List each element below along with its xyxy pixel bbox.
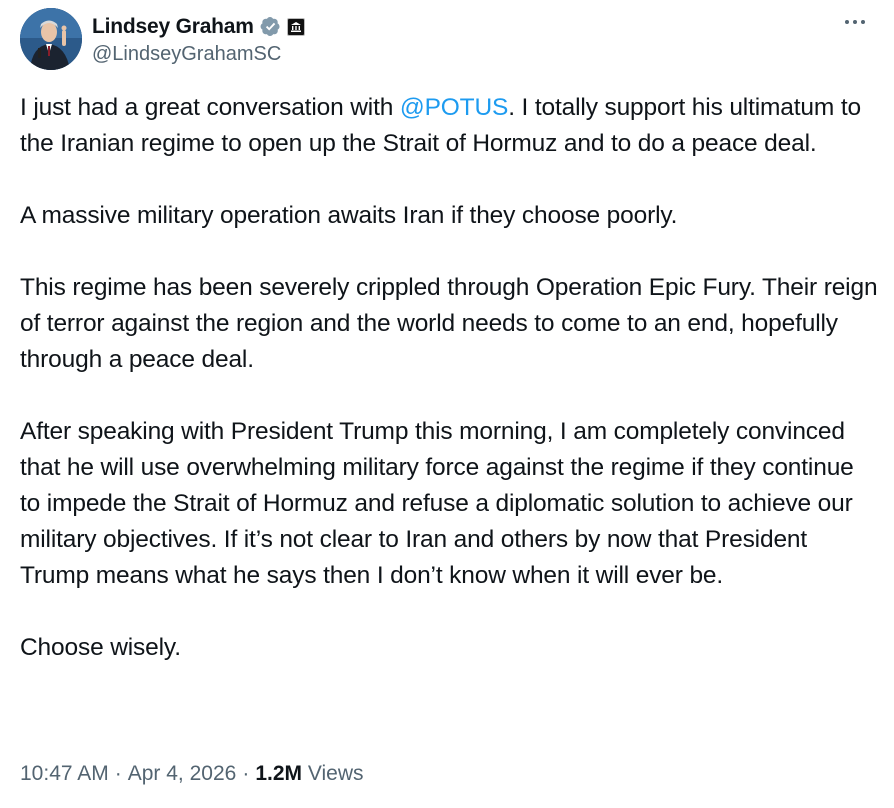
tweet-paragraph: This regime has been severely crippled t… xyxy=(20,274,878,373)
tweet-card: Lindsey Graham @LindseyGrahamSC I just h… xyxy=(0,0,894,808)
tweet-paragraph: Choose wisely. xyxy=(20,634,181,661)
name-row: Lindsey Graham xyxy=(92,13,305,41)
tweet-paragraph: I just had a great conversation with @PO… xyxy=(20,90,880,162)
meta-separator: · xyxy=(242,762,250,785)
meta-separator: · xyxy=(114,762,122,785)
avatar[interactable] xyxy=(20,8,82,70)
avatar-photo xyxy=(20,8,82,70)
views-count[interactable]: 1.2M xyxy=(255,762,302,785)
government-building-icon[interactable] xyxy=(286,17,305,36)
tweet-time[interactable]: 10:47 AM xyxy=(20,762,109,785)
tweet-text: I just had a great conversation with @PO… xyxy=(20,90,880,666)
author-info: Lindsey Graham @LindseyGrahamSC xyxy=(92,13,305,66)
author-handle[interactable]: @LindseyGrahamSC xyxy=(92,43,305,66)
tweet-header: Lindsey Graham @LindseyGrahamSC xyxy=(20,8,305,70)
more-options-button[interactable] xyxy=(838,8,872,36)
mention-link[interactable]: @POTUS xyxy=(400,94,509,121)
tweet-meta: 10:47 AM · Apr 4, 2026 · 1.2M Views xyxy=(20,762,364,786)
verified-badge-icon[interactable] xyxy=(260,16,281,37)
more-horizontal-icon xyxy=(845,20,865,24)
tweet-paragraph: A massive military operation awaits Iran… xyxy=(20,202,678,229)
views-label: Views xyxy=(307,762,364,785)
author-display-name[interactable]: Lindsey Graham xyxy=(92,15,254,39)
tweet-date[interactable]: Apr 4, 2026 xyxy=(128,762,237,785)
text-segment: I just had a great conversation with xyxy=(20,94,400,121)
tweet-paragraph: After speaking with President Trump this… xyxy=(20,418,854,589)
